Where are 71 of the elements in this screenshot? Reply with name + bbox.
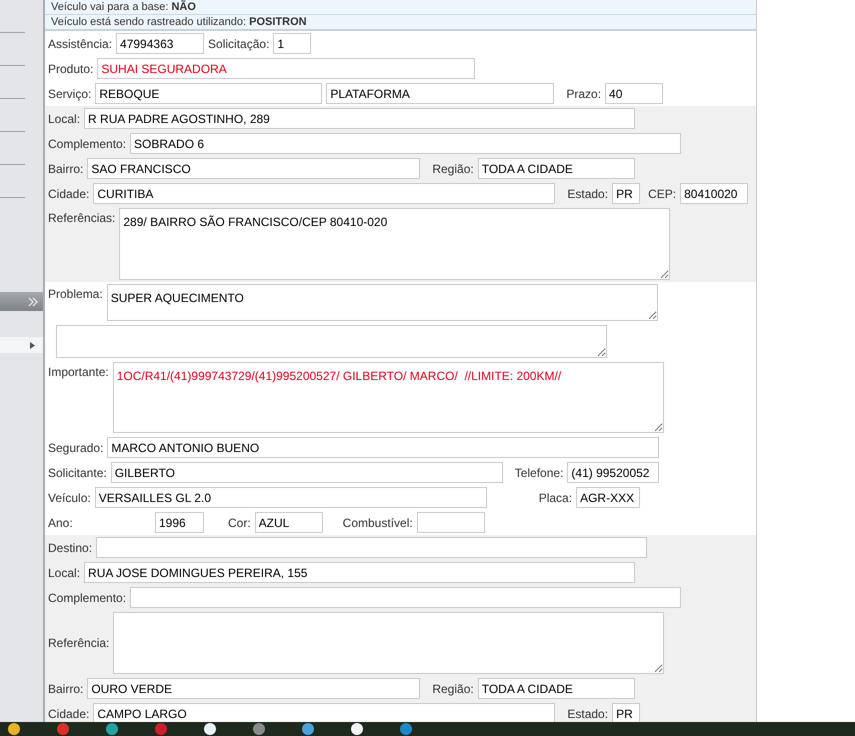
field-label: Assistência: [48,36,112,52]
input-field[interactable]: 80410020 [680,183,748,204]
text-area[interactable]: 289/ BAIRRO SÃO FRANCISCO/CEP 80410-020 [119,208,670,280]
field-label: Cidade: [48,186,90,202]
input-field[interactable]: REBOQUE [95,83,322,104]
input-field[interactable] [416,512,485,533]
input-field[interactable]: MARCO ANTONIO BUENO [107,437,660,458]
input-field[interactable]: AGR-XXX [576,487,640,508]
field-label: Local: [48,564,80,582]
field-label: Região: [432,680,474,698]
field-label: Destino: [48,540,92,556]
field-label: Região: [432,160,474,178]
input-field[interactable]: 47994363 [116,33,204,54]
input-field[interactable]: AZUL [254,512,323,533]
app-icon[interactable] [351,723,363,735]
field-label: Solicitação: [208,36,270,52]
field-label: Complemento: [48,136,126,152]
field-label: Importante: [48,364,109,381]
field-label: Cidade: [48,706,90,722]
triangle-icon [30,342,35,348]
input-field[interactable]: PR [612,183,640,204]
field-label: Complemento: [48,590,126,606]
input-field[interactable]: 1996 [155,512,204,533]
input-field[interactable]: VERSAILLES GL 2.0 [94,487,487,508]
input-field[interactable] [96,537,648,558]
input-field[interactable]: 40 [605,83,664,104]
sidebar-row[interactable] [0,337,43,353]
field-label: Produto: [48,60,94,78]
field-label: Combustível: [342,514,413,532]
input-field[interactable]: PLATAFORMA [326,83,554,104]
input-field[interactable]: (41) 99520052 [567,462,660,483]
double-chevron-icon [27,296,39,308]
input-field[interactable]: CAMPO LARGO [93,703,556,722]
field-label: Ano: [48,514,74,532]
input-field[interactable]: 1 [273,33,312,54]
field-label: Telefone: [514,464,564,482]
field-label: Segurado: [48,440,104,456]
field-label: Solicitante: [48,464,107,482]
field-label: Cor: [228,514,251,532]
field-label: Problema: [48,286,103,303]
field-label: Estado: [567,706,608,722]
app-icon[interactable] [8,723,20,735]
field-label: CEP: [648,186,676,202]
input-field[interactable]: SAO FRANCISCO [87,158,420,179]
input-field[interactable] [130,587,682,608]
input-field[interactable]: SOBRADO 6 [130,133,682,154]
field-label: Veículo: [48,490,91,506]
input-field[interactable]: PR [612,703,640,722]
input-field[interactable]: GILBERTO [110,462,503,483]
field-label: Referências: [48,210,116,227]
field-label: Referência: [48,635,110,652]
field-label: Bairro: [48,680,84,698]
banner-text: Veículo vai para a base: NÃO [51,0,196,14]
expand-button[interactable] [0,292,43,311]
text-area[interactable]: SUPER AQUECIMENTO [106,284,658,321]
app-icon[interactable] [204,723,216,735]
input-field[interactable]: OURO VERDE [87,678,420,699]
field-label: Prazo: [566,86,602,102]
input-field[interactable]: R RUA PADRE AGOSTINHO, 289 [84,108,636,129]
field-label: Estado: [567,186,608,202]
input-field[interactable]: CURITIBA [93,183,556,204]
field-label: Bairro: [48,160,84,178]
text-area[interactable]: 1OC/R41/(41)999743729/(41)995200527/ GILBERTO/ MARCO/ //LIMITE: 200KM// [112,362,664,433]
input-field[interactable]: SUHAI SEGURADORA [97,58,476,79]
field-label: Local: [48,110,80,128]
banner-text: Veículo está sendo rastreado utilizando: POSITRON [51,15,307,29]
input-field[interactable]: TODA A CIDADE [478,678,635,699]
input-field[interactable]: TODA A CIDADE [478,158,635,179]
input-field[interactable]: RUA JOSE DOMINGUES PEREIRA, 155 [84,562,636,583]
field-label: Placa: [538,490,572,506]
field-label: Serviço: [48,86,92,102]
